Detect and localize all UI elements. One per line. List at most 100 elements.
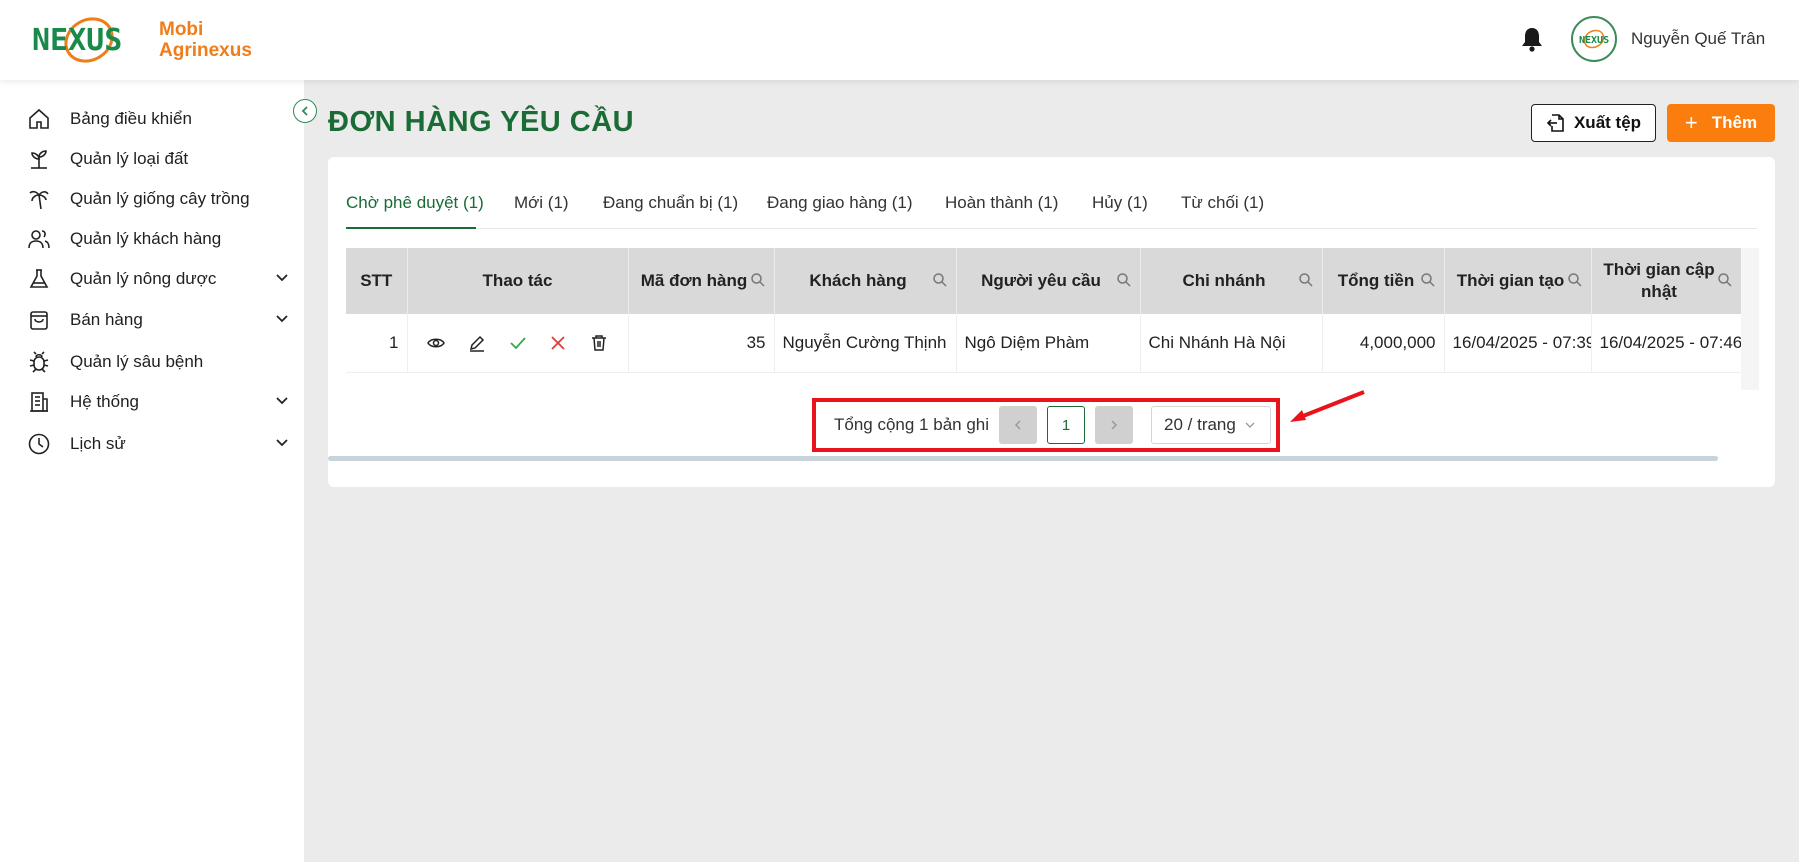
search-icon[interactable] — [1567, 272, 1583, 288]
flask-icon — [26, 266, 52, 292]
sidebar-item-label: Quản lý nông dược — [70, 269, 217, 288]
cell-updated: 16/04/2025 - 07:46 — [1591, 314, 1741, 373]
cell-branch: Chi Nhánh Hà Nội — [1140, 314, 1323, 373]
tab-rejected[interactable]: Từ chối (1) — [1181, 193, 1264, 213]
sidebar-item-pesticides[interactable]: Quản lý nông dược — [26, 262, 290, 296]
cell-order-id: 35 — [628, 314, 775, 373]
sidebar-item-soil[interactable]: Quản lý loại đất — [26, 142, 290, 176]
cell-requester: Ngô Diệm Phàm — [956, 314, 1141, 373]
column-header-label: STT — [360, 271, 393, 290]
home-icon — [26, 106, 52, 132]
orders-table: STT Thao tác Mã đơn hàng Khách hàng Ngườ… — [346, 248, 1741, 373]
tab-delivering[interactable]: Đang giao hàng (1) — [767, 193, 913, 213]
column-header: Mã đơn hàng — [628, 248, 775, 314]
search-icon[interactable] — [1717, 272, 1733, 288]
sidebar-item-history[interactable]: Lịch sử — [26, 427, 290, 461]
page-size-value: 20 / trang — [1164, 415, 1236, 434]
search-icon[interactable] — [1420, 272, 1436, 288]
sidebar-item-label: Quản lý sâu bệnh — [70, 352, 204, 371]
user-avatar[interactable]: NEXUS — [1571, 16, 1617, 62]
reject-x-icon[interactable] — [549, 334, 567, 352]
sidebar-item-dashboard[interactable]: Bảng điều khiển — [26, 102, 290, 136]
bug-icon — [26, 349, 52, 375]
column-header-label: Thao tác — [482, 271, 553, 290]
users-icon — [26, 226, 52, 252]
page-number-button[interactable]: 1 — [1047, 406, 1086, 444]
export-button-label: Xuất tệp — [1573, 113, 1642, 132]
delete-trash-icon[interactable] — [590, 334, 608, 352]
column-header: Thao tác — [407, 248, 629, 314]
column-header: Tổng tiền — [1322, 248, 1445, 314]
horizontal-scrollbar[interactable] — [328, 456, 1718, 461]
export-button[interactable]: Xuất tệp — [1531, 104, 1656, 142]
tab-cancelled[interactable]: Hủy (1) — [1092, 193, 1148, 213]
logo-text-line2: Agrinexus — [159, 40, 252, 61]
sidebar-item-pests[interactable]: Quản lý sâu bệnh — [26, 345, 290, 379]
sidebar-item-crops[interactable]: Quản lý giống cây trồng — [26, 182, 290, 216]
column-header: Thời gian tạo — [1444, 248, 1592, 314]
sidebar-item-system[interactable]: Hệ thống — [26, 385, 290, 419]
pagination: Tổng cộng 1 bản ghi 1 20 / trang — [812, 398, 1280, 452]
palm-tree-icon — [26, 186, 52, 212]
search-icon[interactable] — [1298, 272, 1314, 288]
user-name[interactable]: Nguyễn Quế Trân — [1631, 29, 1765, 49]
chevron-left-icon — [301, 106, 308, 116]
vertical-scrollbar[interactable] — [1741, 248, 1759, 390]
status-tabs: Chờ phê duyệt (1) Mới (1) Đang chuẩn bị … — [346, 187, 1757, 229]
avatar-logo-icon: NEXUS — [1576, 21, 1612, 57]
pagination-total: Tổng cộng 1 bản ghi — [834, 415, 990, 434]
notification-bell-icon[interactable] — [1520, 26, 1544, 52]
prev-page-button[interactable] — [999, 406, 1038, 444]
tab-pending-approval[interactable]: Chờ phê duyệt (1) — [346, 193, 484, 213]
tab-new[interactable]: Mới (1) — [514, 193, 569, 213]
cell-created: 16/04/2025 - 07:39 — [1444, 314, 1592, 373]
add-button-label: Thêm — [1711, 113, 1758, 132]
column-header-label: Mã đơn hàng — [640, 271, 748, 290]
search-icon[interactable] — [750, 272, 766, 288]
annotation-arrow-icon — [1290, 390, 1365, 422]
export-file-icon — [1546, 114, 1564, 132]
plus-icon: + — [1684, 110, 1698, 135]
column-header-label: Người yêu cầu — [981, 271, 1101, 290]
sidebar-item-sales[interactable]: Bán hàng — [26, 303, 290, 337]
tab-preparing[interactable]: Đang chuẩn bị (1) — [603, 193, 738, 213]
collapse-sidebar-button[interactable] — [293, 99, 317, 123]
cell-stt: 1 — [346, 314, 408, 373]
add-button[interactable]: + Thêm — [1667, 104, 1775, 142]
sidebar-item-customers[interactable]: Quản lý khách hàng — [26, 222, 290, 256]
column-header: Khách hàng — [774, 248, 957, 314]
column-header-label: Thời gian tạo — [1456, 271, 1565, 290]
logo-text-line1: Mobi — [159, 19, 204, 40]
cell-actions — [407, 314, 629, 373]
page-size-select[interactable]: 20 / trang — [1151, 406, 1272, 444]
sidebar-item-label: Quản lý giống cây trồng — [70, 189, 250, 208]
orders-table-wrapper: STT Thao tác Mã đơn hàng Khách hàng Ngườ… — [346, 248, 1741, 388]
view-icon[interactable] — [427, 334, 445, 352]
edit-icon[interactable] — [468, 334, 486, 353]
page-title: ĐƠN HÀNG YÊU CẦU — [328, 106, 635, 138]
tab-completed[interactable]: Hoàn thành (1) — [945, 193, 1058, 213]
app-logo[interactable]: NEXUS Mobi Agrinexus — [32, 14, 252, 66]
column-header-label: Khách hàng — [809, 271, 907, 290]
table-header-row: STT Thao tác Mã đơn hàng Khách hàng Ngườ… — [346, 248, 1741, 314]
sidebar-item-label: Bảng điều khiển — [70, 109, 192, 128]
sprout-icon — [26, 146, 52, 172]
search-icon[interactable] — [1116, 272, 1132, 288]
approve-check-icon[interactable] — [509, 334, 527, 352]
next-page-button[interactable] — [1095, 406, 1134, 444]
nexus-logo-icon: NEXUS — [32, 17, 122, 63]
svg-text:NEXUS: NEXUS — [32, 23, 122, 58]
chevron-down-icon — [276, 274, 288, 282]
sidebar-item-label: Bán hàng — [70, 310, 143, 329]
sidebar: Bảng điều khiển Quản lý loại đất Quản lý… — [0, 80, 304, 862]
column-header: Thời gian cập nhật — [1591, 248, 1741, 314]
search-icon[interactable] — [932, 272, 948, 288]
chevron-right-icon — [1111, 420, 1118, 430]
clock-icon — [26, 431, 52, 457]
chevron-down-icon — [276, 397, 288, 405]
sidebar-item-label: Hệ thống — [70, 392, 139, 411]
table-row[interactable]: 1 35 Nguyễn Cường Thịnh Ngô Diệm Phàm Ch… — [346, 314, 1741, 373]
column-header: STT — [346, 248, 408, 314]
active-tab-indicator — [346, 227, 476, 229]
top-header: NEXUS Mobi Agrinexus NEXUS Nguyễn Quế Tr… — [0, 0, 1799, 80]
